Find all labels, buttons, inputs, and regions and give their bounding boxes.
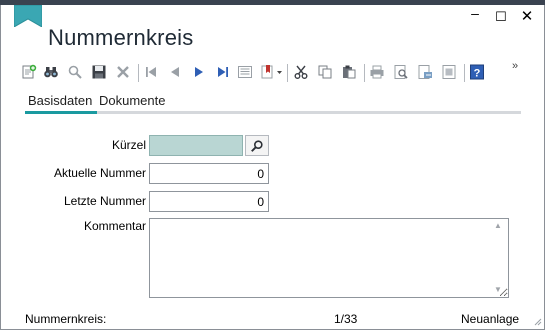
letzte-nummer-label: Letzte Nummer xyxy=(63,194,146,208)
svg-text:?: ? xyxy=(474,68,481,80)
toolbar-overflow-button[interactable]: » xyxy=(512,60,518,72)
kuerzel-lookup-button[interactable] xyxy=(245,135,269,156)
aktuelle-nummer-label: Aktuelle Nummer xyxy=(53,166,146,180)
kuerzel-input[interactable] xyxy=(149,135,243,156)
aktuelle-nummer-input[interactable] xyxy=(149,163,269,184)
print-icon[interactable] xyxy=(368,62,386,82)
record-counter: 1/33 xyxy=(334,312,358,326)
page-title: Nummernkreis xyxy=(48,25,194,50)
letzte-nummer-input[interactable] xyxy=(149,191,269,212)
toolbar: ? xyxy=(20,62,540,84)
cut-icon[interactable] xyxy=(292,62,310,82)
toolbar-separator xyxy=(364,64,365,82)
bookmark-icon xyxy=(14,5,42,27)
export-icon[interactable] xyxy=(416,62,434,82)
status-mode: Neuanlage xyxy=(461,312,520,326)
binoculars-icon[interactable] xyxy=(42,62,60,82)
maximize-button[interactable]: ☐ xyxy=(492,9,510,25)
bookmark-dropdown-icon[interactable] xyxy=(260,62,284,82)
scroll-down-arrow-icon[interactable]: ▼ xyxy=(494,285,502,294)
next-record-icon[interactable] xyxy=(190,62,208,82)
help-icon[interactable]: ? xyxy=(468,62,486,82)
toolbar-separator xyxy=(464,64,465,82)
report-icon[interactable] xyxy=(440,62,458,82)
tab-underline-track xyxy=(25,111,521,114)
resize-grip-icon[interactable] xyxy=(534,318,542,326)
search-icon xyxy=(251,139,263,152)
kommentar-textarea[interactable] xyxy=(149,218,509,298)
status-label: Nummernkreis: xyxy=(25,312,107,326)
close-button[interactable]: ✕ xyxy=(518,7,536,25)
copy-icon[interactable] xyxy=(316,62,334,82)
kuerzel-label: Kürzel xyxy=(111,138,146,152)
tab-basisdaten[interactable]: Basisdaten xyxy=(28,93,92,108)
first-record-icon[interactable] xyxy=(142,62,160,82)
paste-icon[interactable] xyxy=(340,62,358,82)
list-icon[interactable] xyxy=(236,62,254,82)
toolbar-separator xyxy=(138,64,139,82)
tab-dokumente[interactable]: Dokumente xyxy=(99,93,165,108)
new-icon[interactable] xyxy=(20,62,38,82)
scroll-up-arrow-icon[interactable]: ▲ xyxy=(494,221,502,230)
previous-record-icon[interactable] xyxy=(166,62,184,82)
save-icon[interactable] xyxy=(90,62,108,82)
print-preview-icon[interactable] xyxy=(392,62,410,82)
toolbar-separator xyxy=(287,64,288,82)
search-icon[interactable] xyxy=(66,62,84,82)
tab-active-indicator xyxy=(25,111,97,114)
delete-icon[interactable] xyxy=(114,62,132,82)
minimize-button[interactable]: – xyxy=(466,5,484,21)
last-record-icon[interactable] xyxy=(214,62,232,82)
kommentar-label: Kommentar xyxy=(83,219,146,233)
